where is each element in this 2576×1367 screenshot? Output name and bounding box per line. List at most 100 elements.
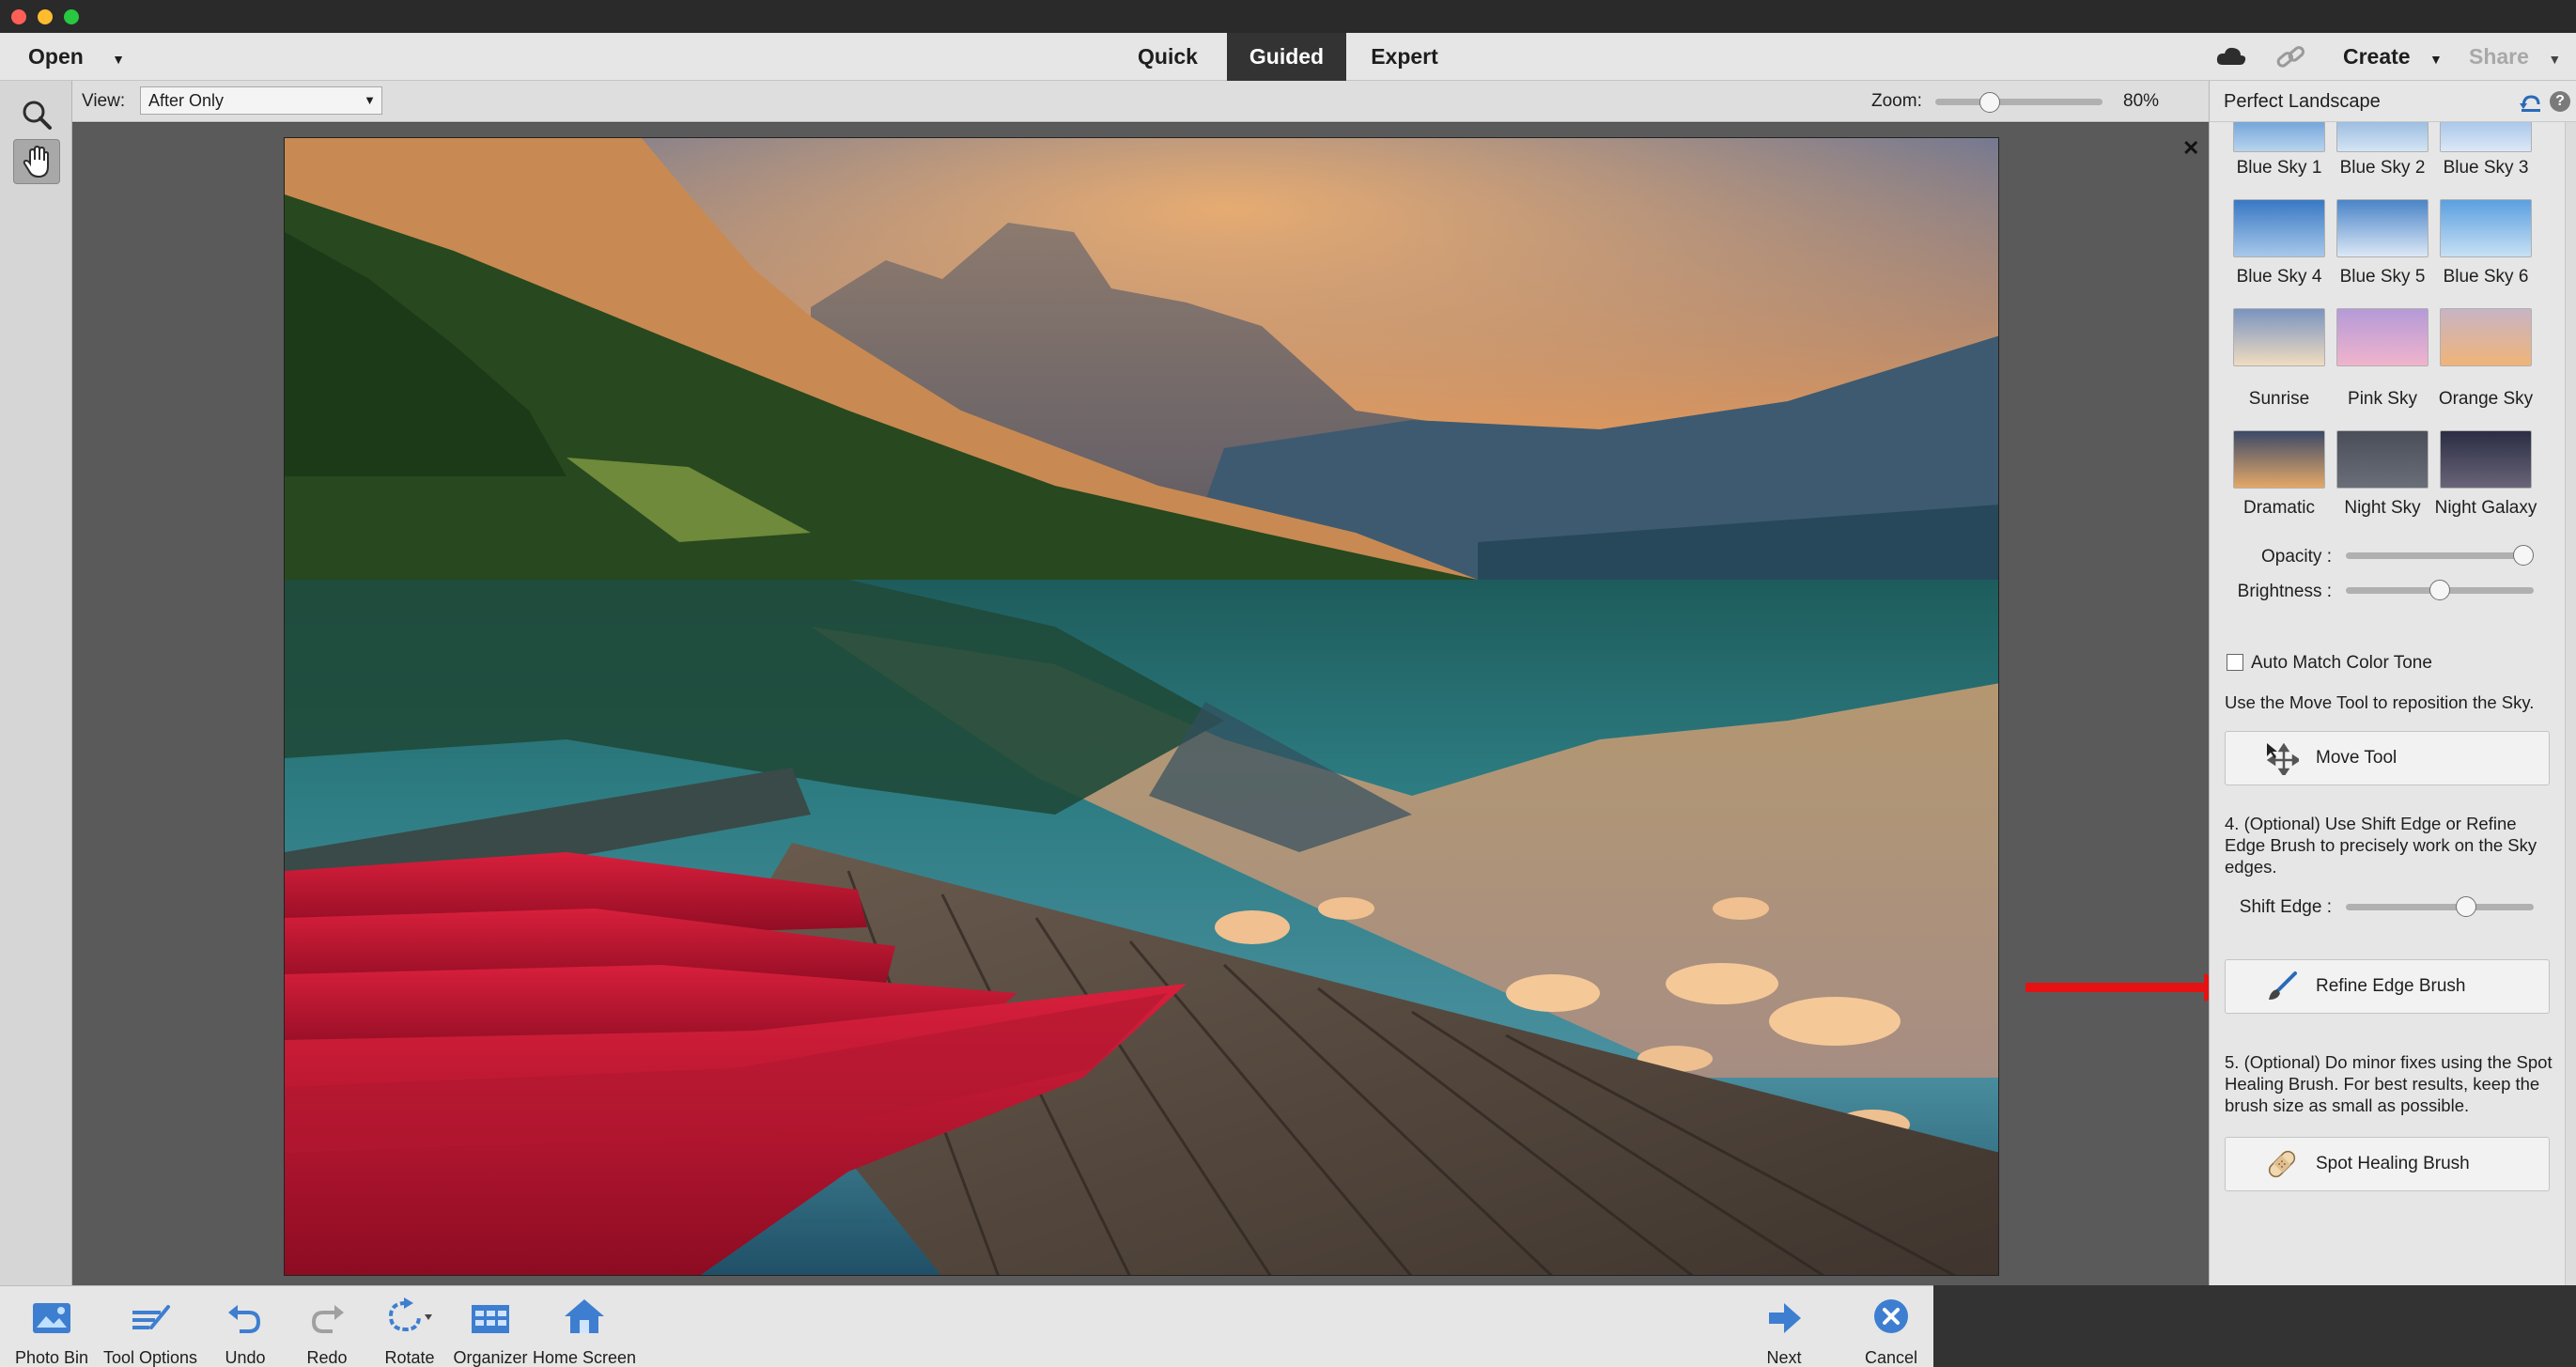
chevron-down-icon: ▼ xyxy=(2429,52,2443,67)
bottom-taskbar: Photo Bin Tool Options Undo Redo Rotate … xyxy=(0,1285,1933,1367)
chevron-down-icon: ▼ xyxy=(2548,52,2562,67)
sky-label: Blue Sky 4 xyxy=(2236,267,2322,287)
close-image-icon[interactable]: ✕ xyxy=(2182,136,2199,161)
sky-thumb-pink-sky[interactable] xyxy=(2336,308,2429,366)
sky-label: Pink Sky xyxy=(2348,389,2417,409)
brightness-slider[interactable] xyxy=(2346,580,2534,600)
sky-thumb-blue-sky-4[interactable] xyxy=(2233,199,2325,257)
sky-thumb-blue-sky-1[interactable] xyxy=(2233,122,2325,152)
organizer-button[interactable]: Organizer xyxy=(451,1286,530,1367)
help-icon[interactable]: ? xyxy=(2550,91,2570,112)
opacity-slider-knob[interactable] xyxy=(2513,545,2534,566)
sky-label: Sunrise xyxy=(2248,389,2310,409)
organizer-label: Organizer xyxy=(453,1348,528,1367)
zoom-value: 80% xyxy=(2123,91,2160,111)
auto-match-label: Auto Match Color Tone xyxy=(2251,653,2432,673)
panel-scrollbar[interactable] xyxy=(2565,122,2576,1285)
next-button[interactable]: Next xyxy=(1751,1286,1817,1367)
photo-bin-label: Photo Bin xyxy=(14,1348,89,1367)
tool-options-button[interactable]: Tool Options xyxy=(98,1286,203,1367)
sky-thumb-blue-sky-2[interactable] xyxy=(2336,122,2429,152)
shift-edge-label: Shift Edge : xyxy=(2239,897,2332,917)
reset-icon[interactable] xyxy=(2520,92,2542,113)
step-5-instructions: 5. (Optional) Do minor fixes using the S… xyxy=(2225,1052,2553,1115)
organizer-icon xyxy=(472,1305,509,1333)
brightness-slider-knob[interactable] xyxy=(2429,580,2450,600)
close-window-button[interactable] xyxy=(11,9,26,24)
view-select-value: After Only xyxy=(148,91,225,110)
sky-thumb-blue-sky-5[interactable] xyxy=(2336,199,2429,257)
chevron-down-icon: ▼ xyxy=(364,93,376,107)
zoom-tool[interactable] xyxy=(13,92,60,137)
shift-edge-slider[interactable] xyxy=(2346,896,2534,917)
panel-title: Perfect Landscape xyxy=(2224,91,2381,112)
minimize-window-button[interactable] xyxy=(38,9,53,24)
hand-tool[interactable] xyxy=(13,139,60,184)
home-screen-button[interactable]: Home Screen xyxy=(532,1286,637,1367)
cancel-button[interactable]: Cancel xyxy=(1856,1286,1926,1367)
sky-thumb-orange-sky[interactable] xyxy=(2440,308,2532,366)
guided-panel: Perfect Landscape ? Blue Sky 1 Blue Sky … xyxy=(2209,81,2576,1285)
sky-label: Orange Sky xyxy=(2438,389,2534,409)
tab-expert[interactable]: Expert xyxy=(1353,33,1456,81)
home-icon xyxy=(565,1299,604,1333)
sky-label: Night Sky xyxy=(2344,498,2421,518)
spot-healing-brush-button[interactable]: Spot Healing Brush xyxy=(2225,1137,2550,1191)
next-arrow-icon xyxy=(1769,1303,1801,1333)
bandage-icon xyxy=(2268,1150,2296,1178)
opacity-slider[interactable] xyxy=(2346,545,2534,566)
sky-thumb-night-galaxy[interactable] xyxy=(2440,430,2532,489)
tab-quick[interactable]: Quick xyxy=(1118,33,1218,81)
next-label: Next xyxy=(1766,1348,1802,1367)
photo-bin-button[interactable]: Photo Bin xyxy=(8,1286,96,1367)
create-menu-label: Create xyxy=(2343,44,2411,69)
refine-edge-brush-button[interactable]: Refine Edge Brush xyxy=(2225,959,2550,1014)
auto-match-checkbox[interactable] xyxy=(2227,654,2243,671)
tool-options-label: Tool Options xyxy=(102,1348,198,1367)
sky-label: Night Galaxy xyxy=(2434,498,2537,518)
zoom-window-button[interactable] xyxy=(64,9,79,24)
link-icon[interactable] xyxy=(2274,44,2306,70)
zoom-label: Zoom: xyxy=(1871,91,1922,111)
sky-thumb-sunrise[interactable] xyxy=(2233,308,2325,366)
zoom-slider-knob[interactable] xyxy=(1979,92,2000,113)
undo-icon xyxy=(228,1305,261,1333)
move-tool-button[interactable]: Move Tool xyxy=(2225,731,2550,785)
landscape-photo xyxy=(284,137,1999,1276)
refine-edge-brush-label: Refine Edge Brush xyxy=(2316,976,2466,996)
sky-thumb-dramatic[interactable] xyxy=(2233,430,2325,489)
undo-button[interactable]: Undo xyxy=(212,1286,278,1367)
share-menu[interactable]: Share ▼ xyxy=(2469,33,2561,81)
cancel-icon xyxy=(1874,1299,1908,1333)
magnifier-icon xyxy=(23,101,52,130)
shift-edge-slider-knob[interactable] xyxy=(2456,896,2477,917)
rotate-label: Rotate xyxy=(384,1348,435,1367)
sky-thumbnail-grid: Blue Sky 1 Blue Sky 2 Blue Sky 3 Blue Sk… xyxy=(2210,122,2576,372)
sky-thumb-night-sky[interactable] xyxy=(2336,430,2429,489)
opacity-label: Opacity : xyxy=(2261,547,2332,567)
tool-options-bar: View: After Only ▼ Zoom: 80% xyxy=(72,81,2209,122)
move-icon xyxy=(2266,742,2299,775)
bottom-dark-strip xyxy=(1933,1285,2576,1367)
sky-thumb-blue-sky-6[interactable] xyxy=(2440,199,2532,257)
brush-icon xyxy=(2269,971,2297,1000)
undo-label: Undo xyxy=(225,1348,266,1367)
cloud-icon[interactable] xyxy=(2215,44,2247,69)
sky-thumb-blue-sky-3[interactable] xyxy=(2440,122,2532,152)
rotate-icon xyxy=(388,1297,432,1332)
sky-label: Blue Sky 1 xyxy=(2236,158,2322,178)
zoom-slider[interactable] xyxy=(1935,92,2103,113)
open-menu[interactable]: Open ▼ xyxy=(28,33,125,81)
redo-label: Redo xyxy=(306,1348,348,1367)
create-menu[interactable]: Create ▼ xyxy=(2343,33,2443,81)
home-screen-label: Home Screen xyxy=(532,1348,637,1367)
view-select[interactable]: After Only ▼ xyxy=(140,86,382,115)
redo-button[interactable]: Redo xyxy=(294,1286,360,1367)
step-4-instructions: 4. (Optional) Use Shift Edge or Refine E… xyxy=(2225,814,2537,877)
sky-label: Blue Sky 3 xyxy=(2443,158,2529,178)
spot-healing-brush-label: Spot Healing Brush xyxy=(2316,1154,2470,1173)
tab-guided[interactable]: Guided xyxy=(1227,33,1346,81)
rotate-button[interactable]: Rotate xyxy=(375,1286,444,1367)
tool-options-icon xyxy=(132,1305,170,1329)
cancel-label: Cancel xyxy=(1864,1348,1918,1367)
